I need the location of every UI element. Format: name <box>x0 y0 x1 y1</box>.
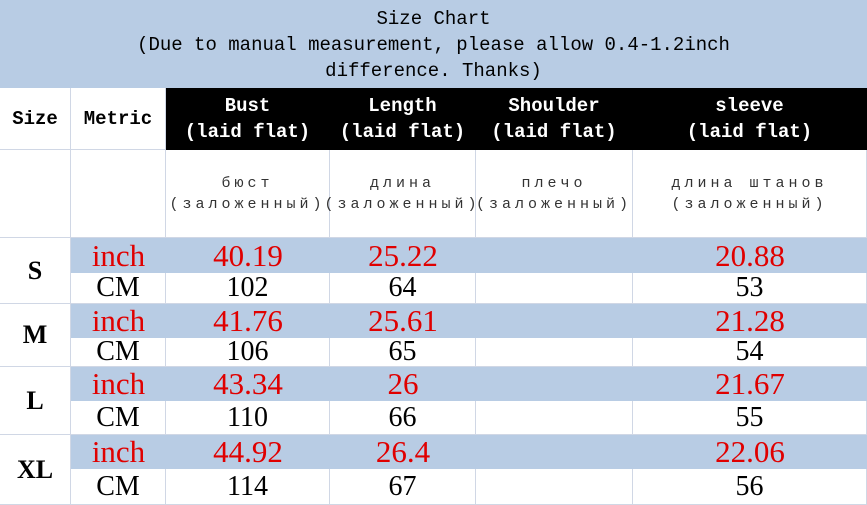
unit-cm: CM <box>71 336 166 367</box>
inch-value <box>476 304 633 338</box>
cm-value: 110 <box>166 401 330 435</box>
column-header-en: sleeve <box>715 94 784 117</box>
inch-value: 26 <box>387 366 419 401</box>
cm-value: 53 <box>633 272 867 304</box>
empty-cell <box>71 150 166 238</box>
inch-value: 41.76 <box>213 303 283 338</box>
inch-value: 21.67 <box>715 366 785 401</box>
cm-value: 54 <box>633 336 867 367</box>
inch-value: 21.28 <box>715 303 785 338</box>
column-header: Shoulder (laid flat) <box>476 88 633 150</box>
unit-cm: CM <box>71 272 166 304</box>
column-header-russian: длина штанов (заложенный) <box>633 150 867 238</box>
cm-value: 114 <box>166 469 330 505</box>
column-header: Bust (laid flat) <box>166 88 330 150</box>
column-header: Length (laid flat) <box>330 88 476 150</box>
cm-value: 102 <box>166 272 330 304</box>
column-header-sub: (laid flat) <box>339 120 466 143</box>
cm-value <box>476 338 633 367</box>
unit-cm: CM <box>71 469 166 505</box>
inch-value <box>476 435 633 469</box>
column-header-russian: бюст (заложенный) <box>166 150 330 238</box>
size-chart-title: Size Chart (Due to manual measurement, p… <box>0 0 867 88</box>
unit-inch: inch <box>91 366 146 401</box>
cm-value: 65 <box>330 336 476 367</box>
inch-value <box>476 238 633 273</box>
cm-value <box>476 273 633 304</box>
column-header-en: Length <box>368 94 437 117</box>
column-header-en: Shoulder <box>508 94 600 117</box>
column-header: sleeve (laid flat) <box>633 88 867 150</box>
inch-value: 20.88 <box>715 237 785 273</box>
unit-inch: inch <box>91 237 146 273</box>
column-header-sub: (laid flat) <box>184 120 311 143</box>
cm-value <box>476 401 633 435</box>
size-table: Size Metric Bust (laid flat) бюст (заложен… <box>0 88 867 505</box>
cm-value: 64 <box>330 272 476 304</box>
header-metric: Metric <box>71 88 166 150</box>
inch-value: 25.22 <box>368 237 438 273</box>
size-label: L <box>0 367 71 435</box>
title-line: Size Chart <box>376 8 491 30</box>
inch-value <box>476 367 633 401</box>
unit-inch: inch <box>91 303 146 338</box>
inch-value: 43.34 <box>213 366 283 401</box>
inch-value: 44.92 <box>213 434 283 469</box>
column-header-russian: длина (заложенный) <box>325 150 477 238</box>
cm-value: 56 <box>633 469 867 505</box>
column-header-sub: (laid flat) <box>491 120 617 143</box>
cm-value: 106 <box>166 336 330 367</box>
title-note-cont: difference. Thanks) <box>325 60 542 82</box>
cm-value: 55 <box>633 401 867 435</box>
unit-inch: inch <box>91 434 146 469</box>
column-header-sub: (laid flat) <box>686 120 813 143</box>
size-label: M <box>0 304 71 367</box>
cm-value: 66 <box>330 401 476 435</box>
cm-value: 67 <box>330 469 476 505</box>
size-label: S <box>0 238 71 304</box>
inch-value: 22.06 <box>715 434 785 469</box>
inch-value: 26.4 <box>375 434 431 469</box>
cm-value <box>476 469 633 505</box>
title-note: (Due to manual measurement, please allow… <box>137 34 730 56</box>
inch-value: 25.61 <box>368 303 438 338</box>
header-size: Size <box>0 88 71 150</box>
column-header-en: Bust <box>224 94 271 117</box>
unit-cm: CM <box>71 401 166 435</box>
inch-value: 40.19 <box>213 237 283 273</box>
empty-cell <box>0 150 71 238</box>
column-header-russian: плечо (заложенный) <box>476 150 633 238</box>
size-label: XL <box>0 435 71 505</box>
